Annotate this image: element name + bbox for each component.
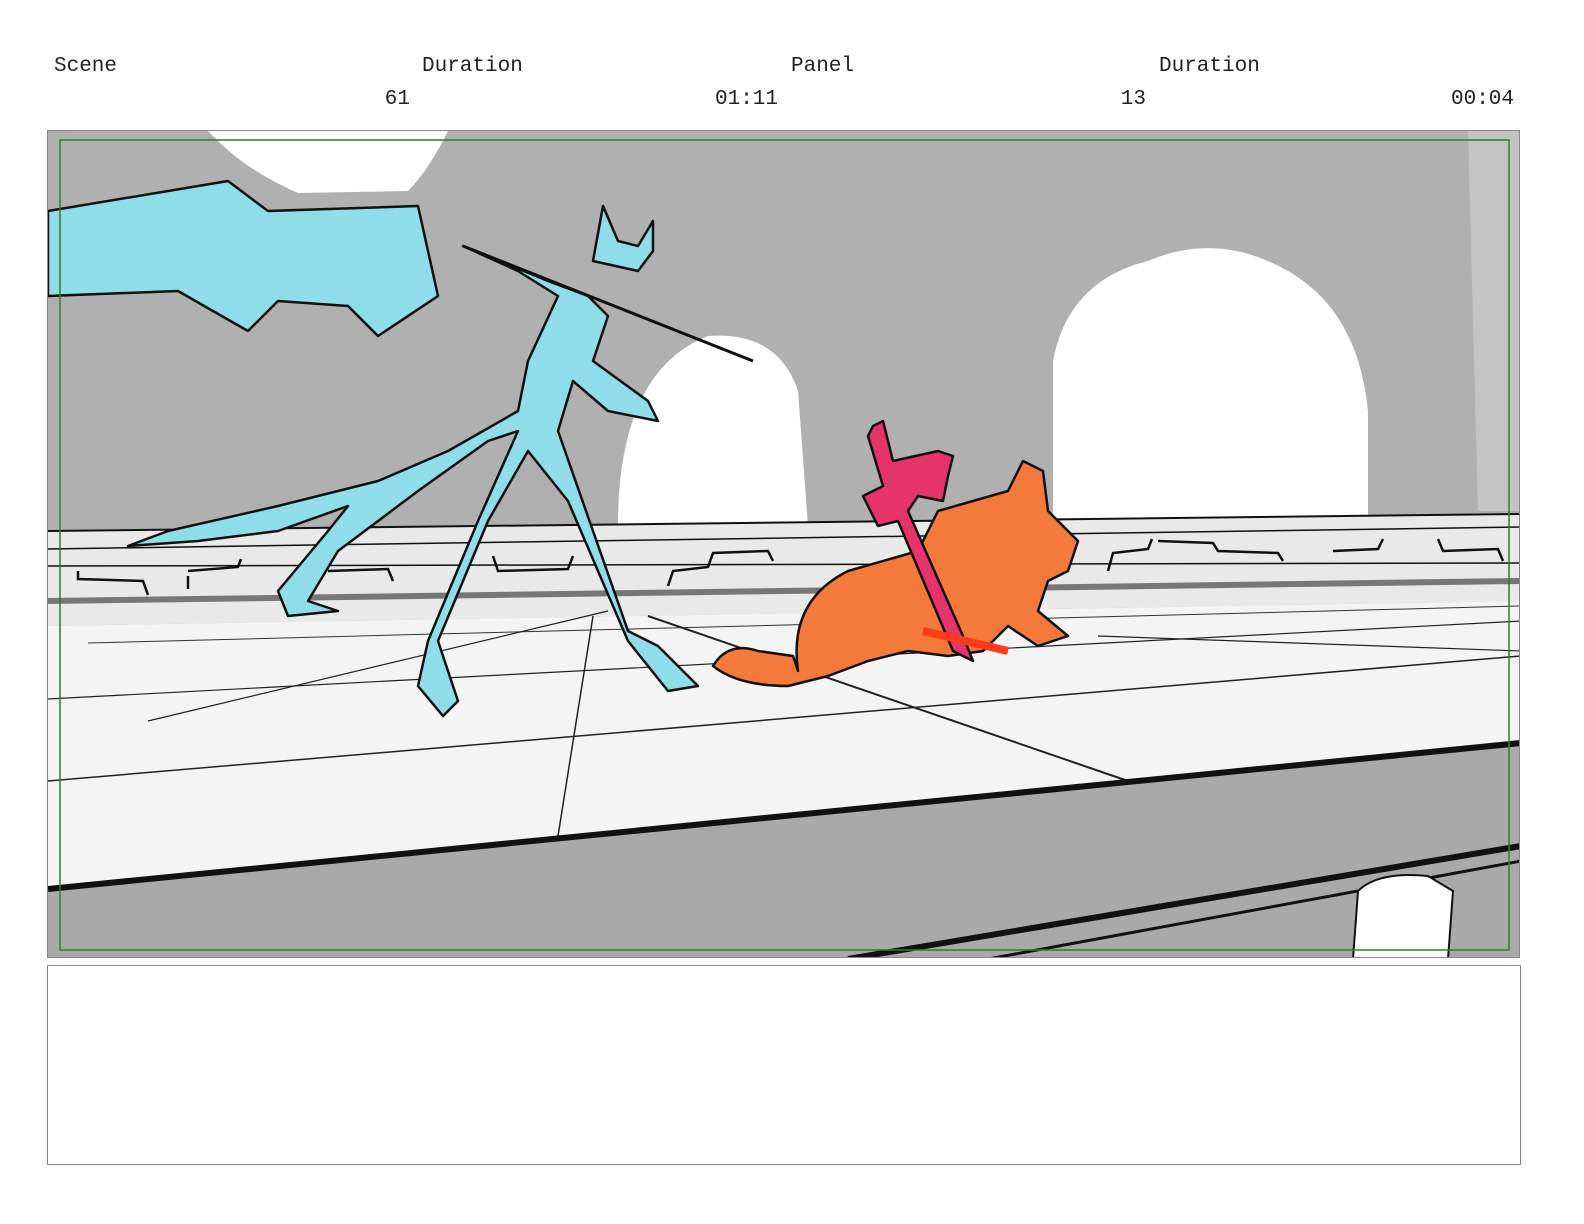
- panel-duration-value: 00:04: [1450, 88, 1514, 111]
- scene-duration-label: Duration: [422, 55, 523, 78]
- notes-box[interactable]: [47, 965, 1521, 1165]
- panel-number: 13: [1120, 88, 1146, 111]
- lower-arch-opening: [1352, 874, 1455, 957]
- scene-duration-value: 01:11: [714, 88, 778, 111]
- panel-duration-label: Duration: [1159, 55, 1260, 78]
- panel-label: Panel: [791, 55, 855, 78]
- scene-number: 61: [384, 88, 410, 111]
- panel-artwork: [48, 131, 1519, 957]
- scene-label: Scene: [54, 55, 118, 78]
- storyboard-panel: [47, 130, 1520, 958]
